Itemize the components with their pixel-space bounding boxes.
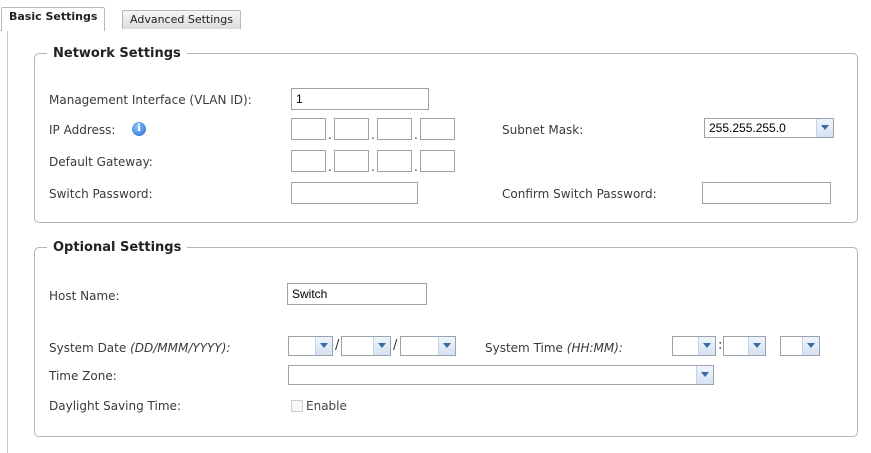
system-date-label-text: System Date [49,341,127,355]
date-day-select[interactable] [288,336,333,356]
subnet-mask-label: Subnet Mask: [502,123,584,137]
date-year-select[interactable] [400,336,456,356]
date-month-select[interactable] [341,336,391,356]
time-ampm-select[interactable] [780,336,820,356]
daylight-saving-enable-label[interactable]: Enable [306,399,347,413]
time-separator: : [718,338,723,353]
gateway-dot-separator: . [371,160,375,174]
confirm-password-label: Confirm Switch Password: [502,187,657,201]
chevron-down-icon [438,337,455,355]
chevron-down-icon [696,366,713,384]
date-separator: / [393,338,398,353]
tab-basic-settings[interactable]: Basic Settings [1,7,106,31]
ip-octet-2-input[interactable] [334,118,369,140]
host-name-label: Host Name: [49,289,120,303]
system-time-label-text: System Time [485,341,563,355]
system-date-label: System Date (DD/MMM/YYYY): [49,341,230,355]
basic-settings-panel: Network Settings Management Interface (V… [7,30,871,453]
daylight-saving-label: Daylight Saving Time: [49,399,181,413]
time-zone-select[interactable] [288,365,714,385]
host-name-input[interactable]: Switch [287,283,427,305]
optional-settings-legend: Optional Settings [53,240,182,255]
chevron-down-icon [816,119,833,137]
time-minute-select[interactable] [723,336,766,356]
vlan-id-input[interactable]: 1 [291,88,429,110]
settings-tab-bar: Basic Settings Advanced Settings [0,6,871,31]
gateway-octet-3-input[interactable] [377,150,412,172]
chevron-down-icon [748,337,765,355]
info-icon[interactable]: i [132,122,146,136]
switch-password-input[interactable] [291,182,418,204]
gateway-dot-separator: . [414,160,418,174]
chevron-down-icon [373,337,390,355]
chevron-down-icon [698,337,715,355]
confirm-password-input[interactable] [702,182,831,204]
network-settings-legend: Network Settings [53,46,181,61]
ip-octet-4-input[interactable] [420,118,455,140]
time-hour-select[interactable] [672,336,716,356]
switch-password-label: Switch Password: [49,187,153,201]
default-gateway-label: Default Gateway: [49,155,153,169]
subnet-mask-select[interactable]: 255.255.255.0 [704,118,834,138]
chevron-down-icon [802,337,819,355]
system-time-label: System Time (HH:MM): [485,341,623,355]
gateway-octet-4-input[interactable] [420,150,455,172]
ip-dot-separator: . [328,128,332,142]
tab-advanced-settings[interactable]: Advanced Settings [122,10,241,29]
gateway-dot-separator: . [328,160,332,174]
gateway-octet-1-input[interactable] [291,150,326,172]
system-time-format-hint: (HH:MM): [566,341,623,355]
chevron-down-icon [315,337,332,355]
system-date-format-hint: (DD/MMM/YYYY): [130,341,231,355]
subnet-mask-value: 255.255.255.0 [709,121,786,135]
gateway-octet-2-input[interactable] [334,150,369,172]
management-interface-label: Management Interface (VLAN ID): [49,93,252,107]
ip-octet-1-input[interactable] [291,118,326,140]
ip-octet-3-input[interactable] [377,118,412,140]
ip-address-label: IP Address: [49,123,116,137]
ip-dot-separator: . [371,128,375,142]
ip-dot-separator: . [414,128,418,142]
date-separator: / [335,338,340,353]
time-zone-label: Time Zone: [49,369,117,383]
daylight-saving-checkbox[interactable] [291,400,303,412]
